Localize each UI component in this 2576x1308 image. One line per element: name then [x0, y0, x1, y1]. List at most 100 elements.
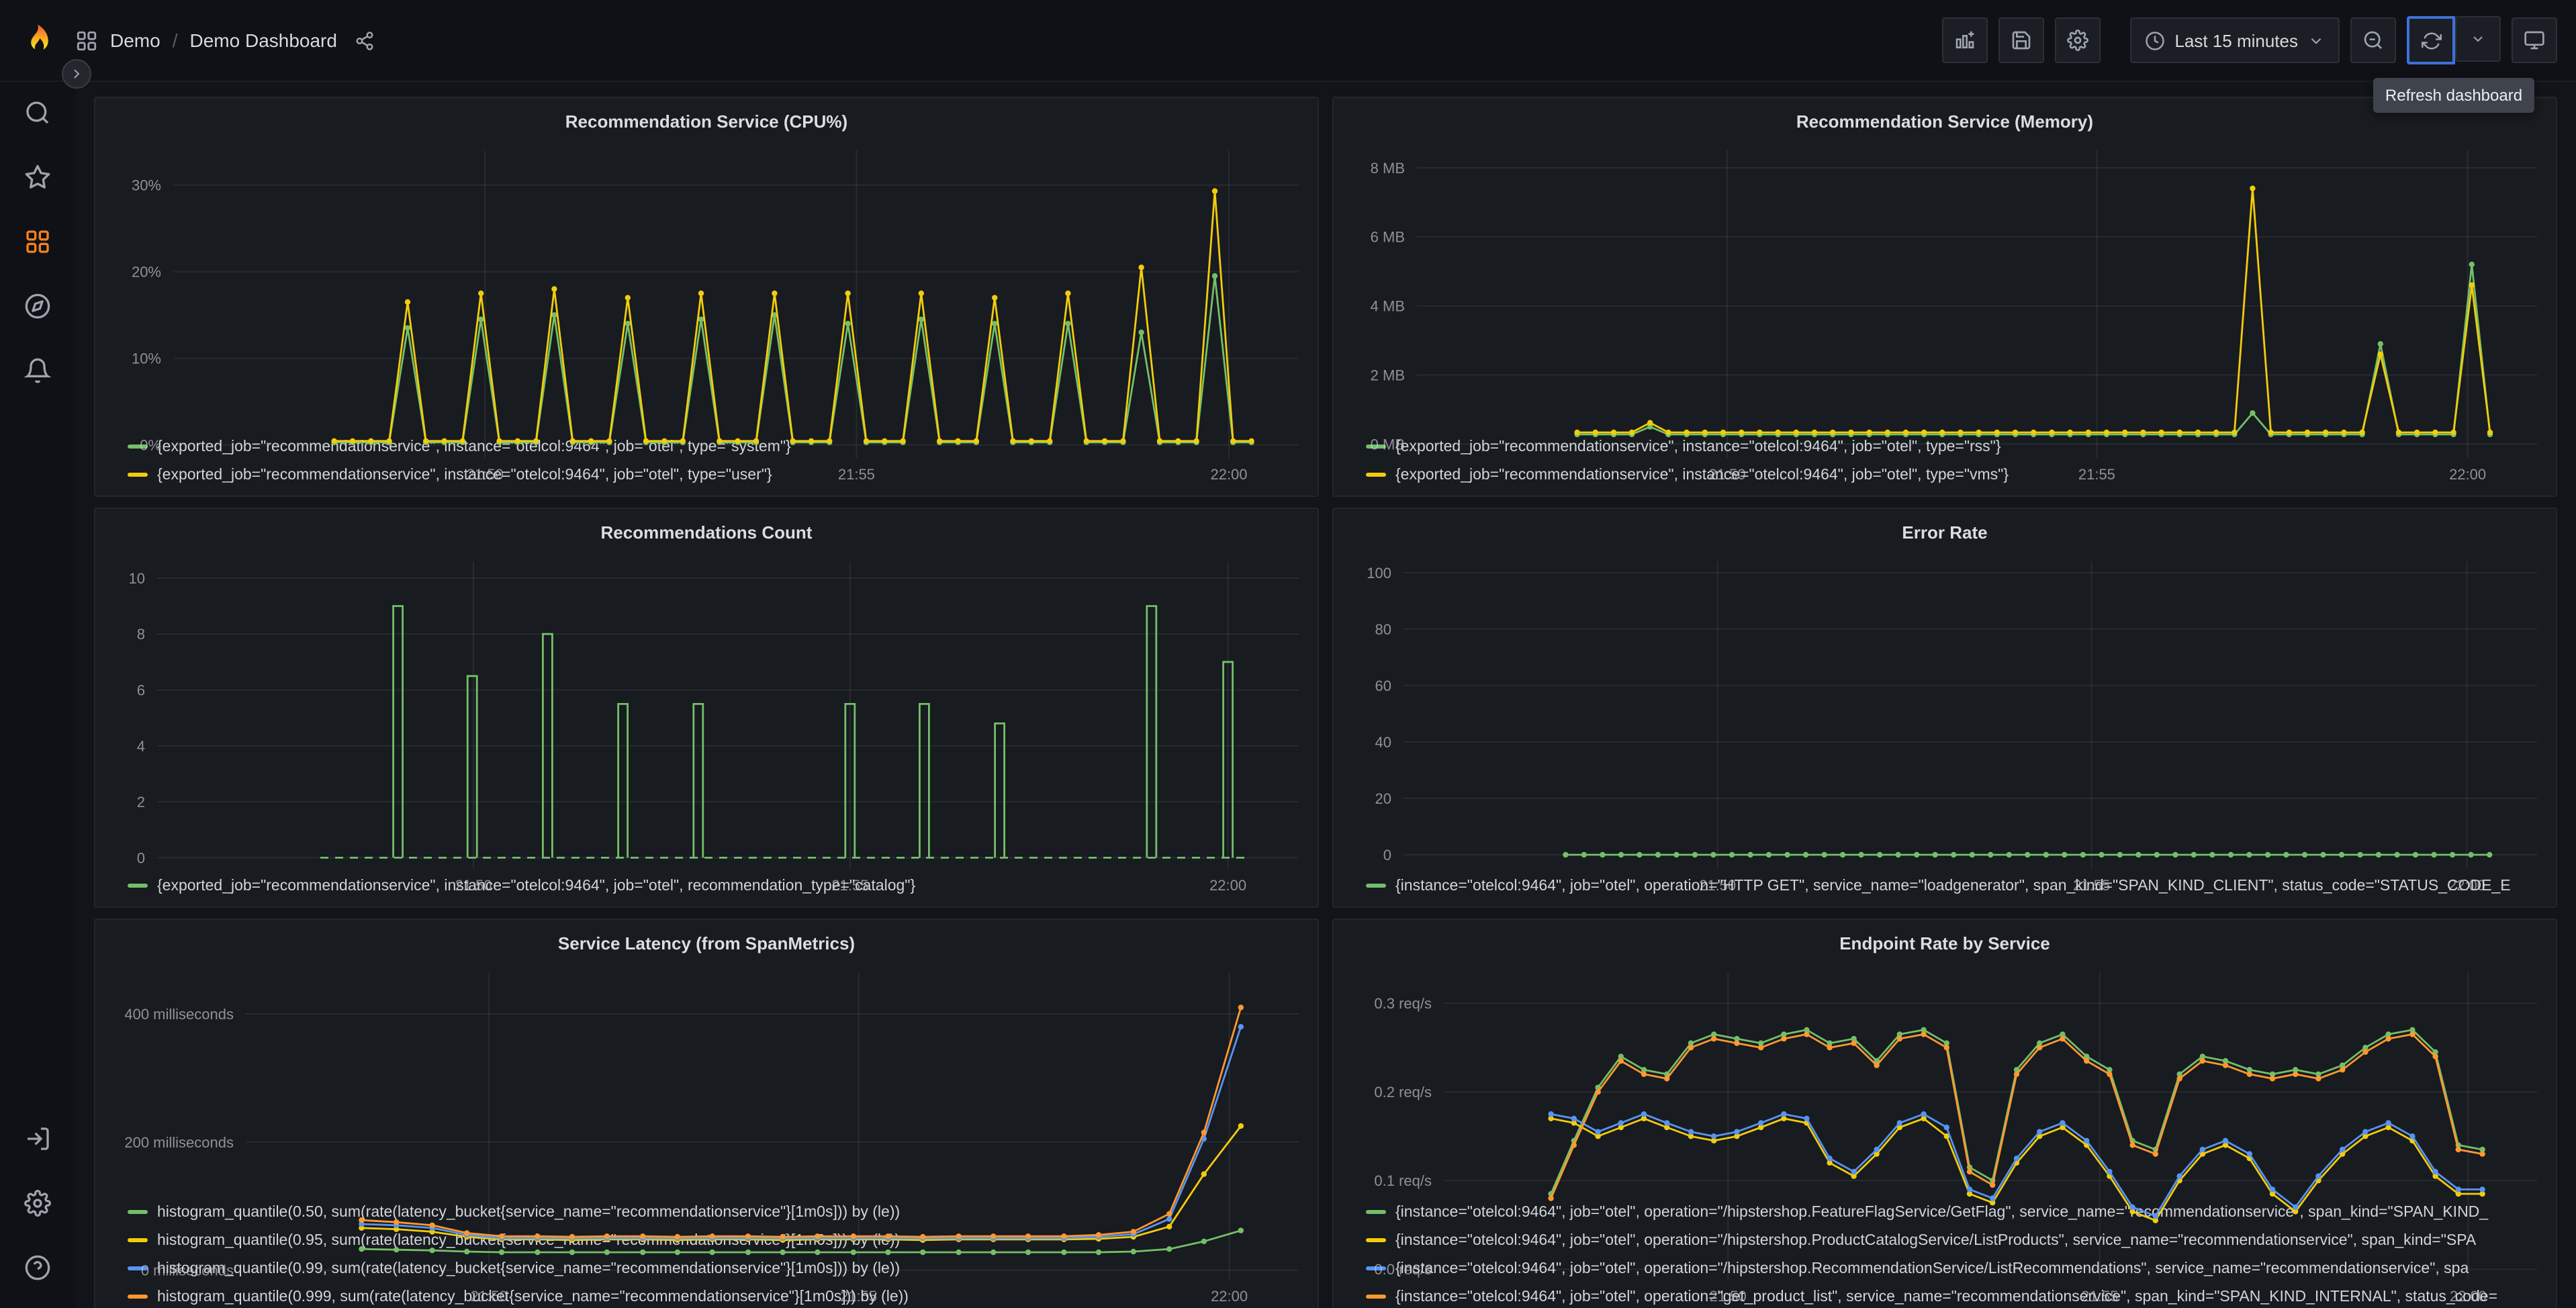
sidebar-item-search[interactable]: [0, 81, 75, 145]
chart-svg[interactable]: 0 2 4 6 8 10 21:50 21:55 22:00: [95, 551, 1318, 898]
breadcrumb-link-demo[interactable]: Demo: [110, 30, 160, 51]
bell-icon: [24, 357, 51, 384]
svg-text:21:50: 21:50: [1699, 877, 1736, 894]
chart-svg[interactable]: 0 20 40 60 80 100 21:50 21:55 22:00: [1334, 551, 2556, 898]
svg-text:10%: 10%: [132, 351, 161, 367]
svg-text:21:55: 21:55: [2078, 466, 2115, 483]
svg-text:30%: 30%: [132, 177, 161, 194]
breadcrumb-separator: /: [172, 30, 178, 51]
chart-svg[interactable]: 0 milliseconds 200 milliseconds 400 millis…: [95, 962, 1318, 1308]
breadcrumb-current: Demo Dashboard: [189, 30, 337, 51]
top-navigation: Demo / Demo Dashboard Last 15 minutes Re…: [0, 0, 2576, 113]
compass-icon: [24, 293, 51, 320]
panel-recommendations-count: Recommendations Count 0 2 4 6 8 10 21:50 21:55 2…: [94, 508, 1319, 908]
sidebar-item-sign-in[interactable]: [0, 1107, 75, 1171]
svg-text:21:50: 21:50: [471, 1288, 508, 1305]
svg-text:0 MB: 0 MB: [1371, 436, 1405, 453]
time-range-picker[interactable]: Last 15 minutes: [2130, 17, 2340, 63]
sign-in-icon: [24, 1125, 51, 1152]
svg-text:21:50: 21:50: [455, 877, 492, 894]
svg-text:40: 40: [1375, 734, 1391, 751]
svg-text:0.1 req/s: 0.1 req/s: [1374, 1172, 1432, 1189]
search-icon: [24, 99, 51, 126]
svg-text:0: 0: [1383, 847, 1391, 863]
panel-title[interactable]: Error Rate: [1334, 516, 2556, 551]
svg-text:21:55: 21:55: [831, 877, 868, 894]
grafana-logo[interactable]: [0, 23, 75, 58]
sidebar-item-help[interactable]: [0, 1235, 75, 1300]
sidebar-item-starred[interactable]: [0, 145, 75, 209]
endpoint-rate-chart[interactable]: 0.0 req/s 0.1 req/s 0.2 req/s 0.3 req/s 21:5…: [1334, 962, 2556, 1305]
refresh-icon: [2421, 30, 2441, 50]
svg-text:4 MB: 4 MB: [1371, 298, 1405, 315]
refresh-button-group: Refresh dashboard: [2373, 16, 2535, 113]
svg-text:400 milliseconds: 400 milliseconds: [124, 1006, 234, 1023]
svg-text:22:00: 22:00: [1209, 877, 1246, 894]
svg-text:0.3 req/s: 0.3 req/s: [1374, 995, 1432, 1012]
panel-title[interactable]: Recommendation Service (Memory): [1334, 105, 2556, 140]
gear-icon: [24, 1190, 51, 1217]
sidebar-item-admin[interactable]: [0, 1171, 75, 1235]
svg-text:100: 100: [1367, 565, 1391, 581]
zoom-out-button[interactable]: [2350, 17, 2396, 63]
cycle-view-button[interactable]: [2512, 17, 2557, 63]
svg-text:2 MB: 2 MB: [1371, 367, 1405, 383]
chart-svg[interactable]: 0% 10% 20% 30% 21:50 21:55 22:00: [95, 140, 1318, 487]
svg-text:20%: 20%: [132, 264, 161, 281]
cpu-chart[interactable]: 0% 10% 20% 30% 21:50 21:55 22:00: [95, 140, 1318, 483]
svg-text:0%: 0%: [140, 437, 161, 454]
add-panel-button[interactable]: [1942, 17, 1988, 63]
svg-text:21:50: 21:50: [1710, 1288, 1747, 1305]
svg-text:21:50: 21:50: [467, 466, 504, 483]
svg-text:20: 20: [1375, 790, 1391, 807]
svg-text:6: 6: [137, 682, 145, 699]
save-dashboard-button[interactable]: [1998, 17, 2045, 63]
svg-text:0: 0: [137, 849, 145, 866]
svg-text:22:00: 22:00: [1210, 466, 1247, 483]
service-latency-chart[interactable]: 0 milliseconds 200 milliseconds 400 millis…: [95, 962, 1318, 1305]
zoom-out-icon: [2362, 30, 2384, 51]
chart-svg[interactable]: 0 MB 2 MB 4 MB 6 MB 8 MB 21:50 21:55 22:00: [1334, 140, 2556, 487]
chevron-down-icon: [2307, 32, 2325, 49]
panel-title[interactable]: Recommendation Service (CPU%): [95, 105, 1318, 140]
expand-sidebar-button[interactable]: [62, 59, 91, 89]
grafana-app: Demo / Demo Dashboard Last 15 minutes Re…: [0, 0, 2576, 1308]
refresh-button[interactable]: [2407, 16, 2455, 64]
time-range-label: Last 15 minutes: [2174, 30, 2298, 50]
refresh-interval-dropdown[interactable]: [2455, 16, 2501, 62]
svg-text:10: 10: [129, 570, 145, 587]
sidebar-item-dashboards[interactable]: [0, 209, 75, 274]
svg-text:8: 8: [137, 626, 145, 643]
dashboard-grid: Recommendation Service (CPU%) 0% 10% 20% 30…: [75, 81, 2576, 1308]
panel-recommendation-memory: Recommendation Service (Memory) 0 MB 2 MB…: [1332, 97, 2557, 497]
refresh-tooltip: Refresh dashboard: [2373, 78, 2535, 113]
save-icon: [2011, 30, 2032, 51]
recommendations-count-chart[interactable]: 0 2 4 6 8 10 21:50 21:55 22:00: [95, 551, 1318, 894]
svg-text:4: 4: [137, 738, 145, 755]
sidebar-item-explore[interactable]: [0, 274, 75, 338]
dashboard-settings-button[interactable]: [2055, 17, 2101, 63]
svg-text:2: 2: [137, 794, 145, 810]
svg-text:0.2 req/s: 0.2 req/s: [1374, 1084, 1432, 1101]
svg-text:22:00: 22:00: [2450, 1288, 2487, 1305]
chevron-right-icon: [68, 66, 85, 82]
svg-text:21:55: 21:55: [838, 466, 875, 483]
share-icon[interactable]: [355, 30, 375, 50]
memory-chart[interactable]: 0 MB 2 MB 4 MB 6 MB 8 MB 21:50 21:55 22:00: [1334, 140, 2556, 483]
panel-endpoint-rate: Endpoint Rate by Service 0.0 req/s 0.1 re…: [1332, 919, 2557, 1308]
svg-text:22:00: 22:00: [2449, 466, 2486, 483]
svg-text:0 milliseconds: 0 milliseconds: [141, 1262, 234, 1279]
svg-text:21:50: 21:50: [1708, 466, 1745, 483]
panel-title[interactable]: Service Latency (from SpanMetrics): [95, 927, 1318, 962]
star-icon: [24, 164, 51, 191]
svg-text:21:55: 21:55: [2073, 877, 2110, 894]
chart-svg[interactable]: 0.0 req/s 0.1 req/s 0.2 req/s 0.3 req/s 21:5…: [1334, 962, 2556, 1308]
error-rate-chart[interactable]: 0 20 40 60 80 100 21:50 21:55 22:00: [1334, 551, 2556, 894]
panel-title[interactable]: Recommendations Count: [95, 516, 1318, 551]
help-circle-icon: [24, 1254, 51, 1281]
panel-recommendation-cpu: Recommendation Service (CPU%) 0% 10% 20% 30…: [94, 97, 1319, 497]
sidebar-item-alerting[interactable]: [0, 338, 75, 403]
panel-title[interactable]: Endpoint Rate by Service: [1334, 927, 2556, 962]
svg-text:22:00: 22:00: [2448, 877, 2485, 894]
svg-text:8 MB: 8 MB: [1371, 160, 1405, 177]
